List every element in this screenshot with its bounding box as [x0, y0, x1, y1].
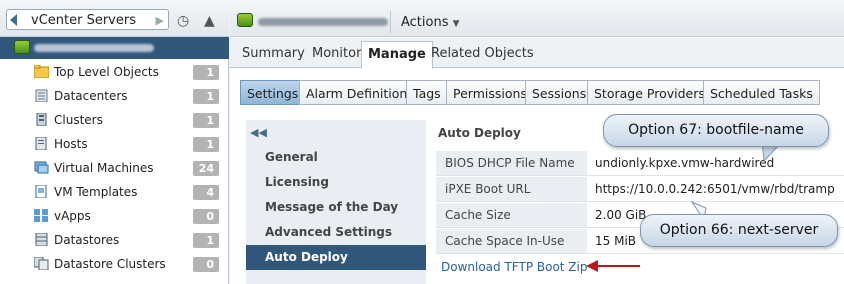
- inventory-item-label: Datastores: [54, 233, 120, 247]
- breadcrumb-label: vCenter Servers: [31, 13, 136, 28]
- inventory-item[interactable]: vApps 0: [0, 205, 229, 229]
- tab-manage[interactable]: Manage: [361, 41, 433, 69]
- inventory-item-label: VM Templates: [54, 185, 138, 199]
- inventory-item-label: Hosts: [54, 137, 88, 151]
- inventory-item[interactable]: VM Templates 4: [0, 181, 229, 205]
- subtab-storage-providers[interactable]: Storage Providers: [587, 80, 712, 105]
- property-value: 2.00 GiB: [595, 208, 647, 222]
- vcenter-name-redacted: [34, 44, 154, 52]
- property-key: iPXE Boot URL: [436, 177, 587, 201]
- inventory-item-count: 24: [193, 161, 219, 176]
- inventory-item[interactable]: Datastore Clusters 0: [0, 253, 229, 277]
- settings-menu-item[interactable]: General: [246, 145, 426, 170]
- object-name-redacted: [258, 18, 388, 26]
- inventory-item[interactable]: Hosts 1: [0, 133, 229, 157]
- inventory-item-count: 1: [193, 113, 219, 128]
- inventory-item-label: Virtual Machines: [54, 161, 154, 175]
- inventory-item-label: Datastore Clusters: [54, 257, 166, 271]
- subtab-alarm-definitions[interactable]: Alarm Definitions: [299, 80, 421, 105]
- download-tftp-boot-zip-link[interactable]: Download TFTP Boot Zip: [441, 260, 587, 274]
- inventory-item-label: vApps: [54, 209, 91, 223]
- property-row: BIOS DHCP File Name undionly.kpxe.vmw-har…: [436, 151, 844, 176]
- inventory-item-count: 1: [193, 233, 219, 248]
- inventory-item[interactable]: Datastores 1: [0, 229, 229, 253]
- toolbar-separator: [390, 11, 391, 33]
- host-icon: [34, 136, 49, 151]
- inventory-item-count: 1: [193, 89, 219, 104]
- inventory-item[interactable]: Top Level Objects 1: [0, 61, 229, 85]
- property-key: Cache Space In-Use: [436, 229, 587, 253]
- navigator-panel: vCenter Servers ▶ ◷ ▲ Top Level Objects 1…: [0, 0, 229, 284]
- subtab-scheduled-tasks[interactable]: Scheduled Tasks: [703, 80, 820, 105]
- settings-menu-item[interactable]: Auto Deploy: [246, 245, 426, 270]
- datacenter-icon: [34, 89, 49, 103]
- inventory-item-count: 4: [193, 185, 219, 200]
- settings-menu-item[interactable]: Message of the Day: [246, 195, 426, 220]
- vcenter-icon: [237, 13, 253, 27]
- navigator-breadcrumb[interactable]: vCenter Servers ▶: [6, 9, 169, 30]
- datastore-cluster-icon: [33, 256, 49, 271]
- inventory-item[interactable]: Virtual Machines 24: [0, 157, 229, 181]
- back-arrow-icon[interactable]: [10, 14, 17, 26]
- inventory-item-label: Top Level Objects: [54, 65, 159, 79]
- property-value: https://10.0.0.242:6501/vmw/rbd/tramp: [595, 182, 835, 196]
- inventory-item-count: 1: [193, 65, 219, 80]
- subtab-sessions[interactable]: Sessions: [525, 80, 594, 105]
- inventory-item[interactable]: Datacenters 1: [0, 85, 229, 109]
- inventory-item-count: 0: [193, 209, 219, 224]
- object-tabs: Summary Monitor Manage Related Objects: [230, 38, 844, 69]
- settings-menu: ◀◀ General Licensing Message of the Day Adv…: [246, 120, 426, 284]
- collapse-icon[interactable]: ◀◀: [250, 126, 267, 139]
- inventory-item[interactable]: Clusters 1: [0, 109, 229, 133]
- callout-option66: Option 66: next-server: [640, 214, 838, 247]
- pin-icon[interactable]: ▲: [204, 13, 215, 29]
- tab-related-objects[interactable]: Related Objects: [431, 46, 534, 61]
- property-key: BIOS DHCP File Name: [436, 151, 587, 175]
- actions-label: Actions: [401, 15, 449, 30]
- history-icon[interactable]: ◷: [177, 13, 189, 29]
- subtab-tags[interactable]: Tags: [406, 80, 448, 105]
- inventory-item-label: Clusters: [54, 113, 103, 127]
- inventory-item-label: Datacenters: [54, 89, 128, 103]
- forward-arrow-icon[interactable]: ▶: [156, 14, 164, 27]
- object-header: Actions ▼: [230, 0, 844, 37]
- actions-menu-button[interactable]: Actions ▼: [401, 15, 460, 30]
- selected-vcenter-node[interactable]: [0, 37, 229, 59]
- property-key: Cache Size: [436, 203, 587, 227]
- inventory-item-count: 1: [193, 137, 219, 152]
- vcenter-icon: [14, 40, 30, 54]
- settings-menu-item[interactable]: Advanced Settings: [246, 220, 426, 245]
- cluster-icon: [34, 112, 49, 127]
- tab-summary[interactable]: Summary: [242, 46, 305, 61]
- subtab-permissions[interactable]: Permissions: [446, 80, 534, 105]
- tab-monitor[interactable]: Monitor: [312, 46, 361, 61]
- property-row: iPXE Boot URL https://10.0.0.242:6501/vmw…: [436, 177, 844, 202]
- vapp-icon: [34, 209, 49, 222]
- inventory-item-count: 0: [193, 257, 219, 272]
- settings-menu-item[interactable]: Licensing: [246, 170, 426, 195]
- section-title: Auto Deploy: [438, 126, 521, 140]
- callout-option67: Option 67: bootfile-name: [603, 114, 829, 147]
- folder-icon: [33, 64, 50, 79]
- chevron-down-icon: ▼: [452, 19, 460, 29]
- vm-icon: [34, 161, 49, 174]
- property-value: undionly.kpxe.vmw-hardwired: [595, 156, 775, 170]
- datastore-icon: [34, 232, 49, 247]
- property-value: 15 MiB: [595, 234, 637, 248]
- navigator-toolbar: vCenter Servers ▶ ◷ ▲: [0, 0, 229, 37]
- subtab-settings[interactable]: Settings: [240, 80, 306, 105]
- template-icon: [34, 184, 49, 199]
